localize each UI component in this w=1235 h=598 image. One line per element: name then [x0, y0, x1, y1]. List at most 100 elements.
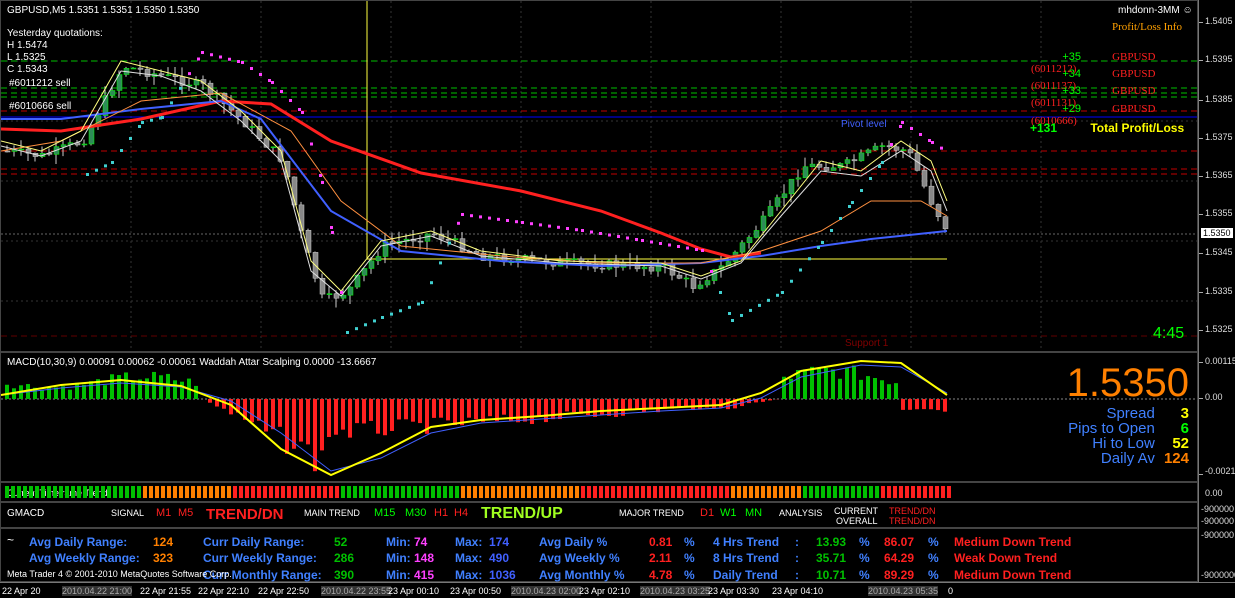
macd-bar — [376, 399, 380, 434]
trend-bar-panel[interactable]: Current Timeframe Trend — [0, 482, 1198, 502]
macd-panel[interactable]: MACD(10,30,9) 0.00091 0.00062 -0.00061 W… — [0, 352, 1198, 482]
macd-bar — [208, 399, 212, 403]
psar-dot — [776, 293, 779, 297]
trend-cell — [887, 486, 891, 498]
trend-cell — [743, 486, 747, 498]
trend-cell — [833, 486, 837, 498]
psar-dot — [86, 173, 89, 176]
macd-bar — [348, 399, 352, 438]
trend-cell — [911, 486, 915, 498]
psar-dot — [179, 86, 182, 90]
candle — [690, 268, 697, 294]
candle — [767, 200, 774, 217]
psar-dot — [641, 239, 644, 242]
account-name: mhdonn-3MM ☺ — [1118, 5, 1193, 16]
psar-dot — [330, 226, 333, 229]
macd-bar — [5, 384, 9, 399]
current-trend: TREND/DN — [889, 506, 936, 516]
candle — [830, 160, 837, 171]
trend-cell — [641, 486, 645, 498]
psar-dot — [141, 121, 144, 124]
macd-bar — [124, 372, 128, 399]
macd-bar — [369, 399, 373, 421]
candle — [928, 179, 935, 207]
time-axis[interactable]: 22 Apr 20 2010.04.22 21:00 22 Apr 21:55 … — [0, 582, 1235, 598]
trend-cell — [443, 486, 447, 498]
psar-dot — [340, 291, 343, 294]
macd-bar — [390, 399, 394, 431]
macd-bar — [887, 384, 891, 399]
psar-dot — [928, 139, 931, 142]
trend-cell — [527, 486, 531, 498]
macd-bar — [89, 381, 93, 399]
psar-dot — [919, 133, 922, 136]
trend-cell — [89, 486, 93, 498]
macd-bar — [845, 367, 849, 399]
psar-dot — [488, 216, 491, 220]
trend-cell — [41, 486, 45, 498]
macd-svg — [1, 359, 1197, 477]
candle — [879, 142, 886, 155]
psar-dot — [170, 101, 173, 105]
trend-cell — [893, 486, 897, 498]
h1-flag: H1 — [434, 507, 449, 519]
gmacd-axis[interactable]: -900000 -900000 — [1198, 502, 1235, 528]
macd-bar — [642, 399, 646, 413]
trend-cell — [677, 486, 681, 498]
trend-bar-axis[interactable]: 0.00 — [1198, 482, 1235, 502]
psar-dot — [298, 108, 301, 111]
macd-axis[interactable]: 0.00115 0.00 -0.0021 — [1198, 352, 1235, 482]
trend-cell — [479, 486, 483, 498]
psar-dot — [321, 181, 324, 184]
time-label: 22 Apr 21:55 — [140, 586, 192, 596]
price-axis[interactable]: 1.5405 1.5395 1.5385 1.5375 1.5365 1.535… — [1198, 0, 1235, 352]
trend-cell — [215, 486, 219, 498]
macd-bar — [922, 399, 926, 410]
price-chart-panel[interactable]: GBPUSD,M5 1.5351 1.5351 1.5350 1.5350 Ye… — [0, 0, 1198, 352]
candle — [319, 273, 326, 299]
psar-dot — [237, 60, 240, 63]
psar-dot — [390, 312, 393, 316]
trend-cell — [425, 486, 429, 498]
trend-cell — [371, 486, 375, 498]
psar-dot — [539, 223, 542, 227]
price-chart-svg[interactable] — [1, 1, 1197, 351]
candle — [774, 194, 781, 211]
signal-label: SIGNAL — [111, 508, 145, 518]
trend-cell — [797, 486, 801, 498]
macd-bar — [110, 374, 114, 399]
psar-dot — [399, 309, 402, 313]
pivot-label: Pivot level — [841, 119, 887, 130]
macd-bar — [474, 399, 478, 420]
macd-bar — [446, 399, 450, 421]
candle — [305, 228, 312, 253]
trend-cell — [491, 486, 495, 498]
trend-cell — [353, 486, 357, 498]
gmacd-panel[interactable]: GMACD SIGNAL M1 M5 TREND/DN MAIN TREND M… — [0, 502, 1198, 528]
signal-trend: TREND/DN — [206, 506, 284, 523]
overall-label: OVERALL — [836, 516, 878, 526]
trend-cell — [869, 486, 873, 498]
time-label: 23 Apr 03:30 — [708, 586, 760, 596]
macd-bar — [880, 380, 884, 399]
stats-axis[interactable]: -900000 -9000000 — [1198, 528, 1235, 582]
macd-bar — [362, 399, 366, 424]
trend-cell — [389, 486, 393, 498]
trend-cell — [173, 486, 177, 498]
trend-cell — [101, 486, 105, 498]
psar-dot — [881, 161, 884, 164]
w1-flag: W1 — [720, 507, 737, 519]
stats-panel[interactable]: ~ Avg Daily Range: 124 Curr Daily Range:… — [0, 528, 1198, 582]
trend-cell — [179, 486, 183, 498]
trend-cell — [647, 486, 651, 498]
psar-dot — [150, 118, 153, 122]
trend-cell — [917, 486, 921, 498]
psar-dot — [890, 143, 893, 146]
candle — [249, 119, 256, 134]
trend-cell — [113, 486, 117, 498]
trend-cell — [461, 486, 465, 498]
trend-cell — [377, 486, 381, 498]
trend-cell — [149, 486, 153, 498]
time-label: 2010.04.23 03:25 — [640, 586, 711, 596]
psar-dot — [695, 248, 698, 251]
